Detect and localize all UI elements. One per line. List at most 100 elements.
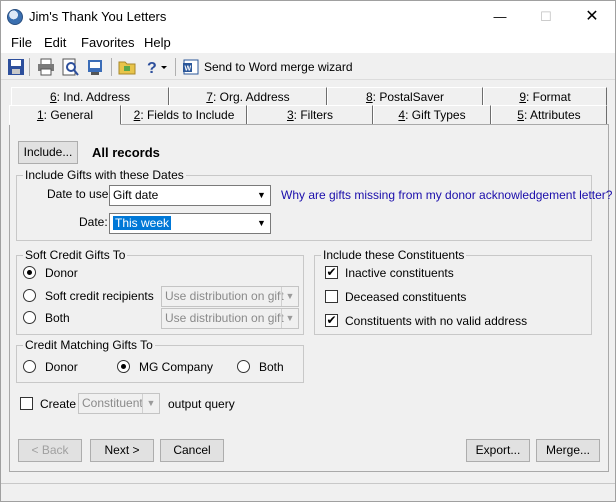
cancel-button[interactable]: Cancel <box>160 439 224 462</box>
select-value: Use distribution on gift <box>165 289 284 303</box>
window-title: Jim's Thank You Letters <box>29 9 167 24</box>
soft-credit-donor-radio[interactable] <box>23 266 36 279</box>
chevron-down-icon: ▼ <box>281 287 298 306</box>
radio-label: Soft credit recipients <box>45 289 154 303</box>
matching-donor-radio[interactable] <box>23 360 36 373</box>
tab-hotkey: 9 <box>519 90 526 104</box>
menu-file[interactable]: File <box>11 35 32 50</box>
word-merge-icon[interactable]: W <box>182 58 200 76</box>
dates-group: Include Gifts with these Dates Date to u… <box>16 168 612 241</box>
soft-credit-both-radio[interactable] <box>23 311 36 324</box>
select-value: Constituent <box>82 396 143 410</box>
create-output-query-checkbox[interactable] <box>20 397 33 410</box>
next-button[interactable]: Next > <box>90 439 154 462</box>
menu-help[interactable]: Help <box>144 35 171 50</box>
export-icon[interactable] <box>87 58 105 76</box>
output-query-label: output query <box>168 397 235 411</box>
tab-attributes[interactable]: 5: Attributes <box>491 105 607 124</box>
tab-label: : Fields to Include <box>140 108 235 122</box>
app-globe-icon <box>7 9 23 25</box>
menu-favorites[interactable]: Favorites <box>81 35 134 50</box>
soft-credit-recipients-radio[interactable] <box>23 289 36 302</box>
matching-both-radio[interactable] <box>237 360 250 373</box>
tab-label: : Format <box>526 90 571 104</box>
print-icon[interactable] <box>37 58 55 76</box>
date-to-use-label: Date to use: <box>47 187 112 201</box>
include-button[interactable]: Include... <box>18 141 78 164</box>
chevron-down-icon: ▼ <box>142 394 159 413</box>
tab-fields-to-include[interactable]: 2: Fields to Include <box>121 105 247 124</box>
output-query-type-select[interactable]: Constituent ▼ <box>78 393 160 414</box>
folder-icon[interactable] <box>118 58 136 76</box>
group-title: Credit Matching Gifts To <box>23 338 155 352</box>
tab-general[interactable]: 1: General <box>9 105 121 125</box>
tab-postalsaver[interactable]: 8: PostalSaver <box>327 87 483 106</box>
group-title: Include Gifts with these Dates <box>23 168 186 182</box>
checkbox-label: Inactive constituents <box>345 266 454 280</box>
back-button[interactable]: < Back <box>18 439 82 462</box>
tab-filters[interactable]: 3: Filters <box>247 105 373 124</box>
tab-ind-address[interactable]: 6: Ind. Address <box>11 87 169 106</box>
svg-text:?: ? <box>147 60 157 76</box>
checkbox-label: Constituents with no valid address <box>345 314 528 328</box>
tab-gift-types[interactable]: 4: Gift Types <box>373 105 491 124</box>
tab-label: : Org. Address <box>212 90 290 104</box>
title-bar: Jim's Thank You Letters — ☐ ✕ <box>1 1 615 33</box>
toolbar: ? W Send to Word merge wizard <box>1 54 615 80</box>
select-value: This week <box>113 216 172 230</box>
tab-hotkey: 8 <box>365 90 373 104</box>
tab-label: : Filters <box>293 108 334 122</box>
word-merge-wizard-label[interactable]: Send to Word merge wizard <box>204 60 353 74</box>
constituents-group: Include these Constituents ✔ Inactive co… <box>314 248 592 335</box>
include-value: All records <box>92 145 160 160</box>
radio-label: Both <box>45 311 70 325</box>
chevron-down-icon: ▼ <box>257 190 266 200</box>
application-window: Jim's Thank You Letters — ☐ ✕ File Edit … <box>0 0 616 502</box>
close-button[interactable]: ✕ <box>569 1 615 33</box>
distribution-select-1[interactable]: Use distribution on gift ▼ <box>161 286 299 307</box>
radio-label: Donor <box>45 360 78 374</box>
chevron-down-icon[interactable] <box>159 58 169 76</box>
tab-label: : PostalSaver <box>372 90 445 104</box>
tab-hotkey: 3 <box>286 108 294 122</box>
svg-text:W: W <box>185 66 192 73</box>
tab-label: : Gift Types <box>405 108 466 122</box>
missing-gifts-help-link[interactable]: Why are gifts missing from my donor ackn… <box>281 188 612 202</box>
no-valid-address-checkbox[interactable]: ✔ <box>325 314 338 327</box>
matching-mg-company-radio[interactable] <box>117 360 130 373</box>
matching-gifts-group: Credit Matching Gifts To Donor MG Compan… <box>16 338 304 383</box>
minimize-button[interactable]: — <box>477 1 523 33</box>
chevron-down-icon: ▼ <box>257 218 266 228</box>
date-label: Date: <box>79 215 108 229</box>
distribution-select-2[interactable]: Use distribution on gift ▼ <box>161 308 299 329</box>
radio-label: Both <box>259 360 284 374</box>
tab-hotkey: 7 <box>206 90 213 104</box>
toolbar-separator <box>111 58 112 76</box>
soft-credit-group: Soft Credit Gifts To Donor Soft credit r… <box>16 248 304 335</box>
checkbox-label: Deceased constituents <box>345 290 467 304</box>
tab-label: : Ind. Address <box>56 90 131 104</box>
deceased-checkbox[interactable] <box>325 290 338 303</box>
date-range-select[interactable]: This week ▼ <box>109 213 271 234</box>
date-to-use-select[interactable]: Gift date ▼ <box>109 185 271 206</box>
toolbar-separator <box>175 58 176 76</box>
merge-button[interactable]: Merge... <box>536 439 600 462</box>
menu-edit[interactable]: Edit <box>44 35 66 50</box>
inactive-checkbox[interactable]: ✔ <box>325 266 338 279</box>
toolbar-separator <box>29 58 30 76</box>
export-button[interactable]: Export... <box>466 439 530 462</box>
radio-label: Donor <box>45 266 78 280</box>
tab-hotkey: 6 <box>49 90 57 104</box>
chevron-down-icon: ▼ <box>281 309 298 328</box>
save-icon[interactable] <box>7 58 25 76</box>
tab-format[interactable]: 9: Format <box>483 87 607 106</box>
select-value: Use distribution on gift <box>165 311 284 325</box>
print-preview-icon[interactable] <box>61 58 79 76</box>
menu-bar: File Edit Favorites Help <box>1 33 615 53</box>
tab-hotkey: 1 <box>36 108 44 122</box>
tab-label: : Attributes <box>523 108 581 122</box>
tab-label: : General <box>43 108 94 122</box>
tab-org-address[interactable]: 7: Org. Address <box>169 87 327 106</box>
tab-hotkey: 5 <box>517 108 524 122</box>
maximize-button[interactable]: ☐ <box>523 1 569 33</box>
